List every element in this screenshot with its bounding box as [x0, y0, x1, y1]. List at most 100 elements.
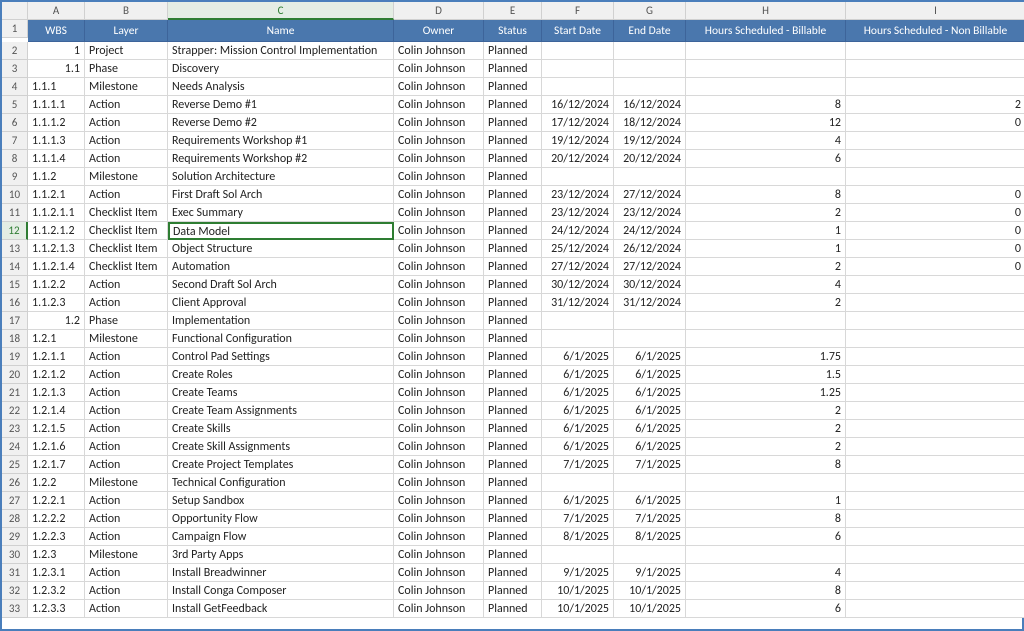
cell-G17[interactable]	[614, 312, 686, 330]
cell-B7[interactable]: Action	[85, 132, 168, 150]
cell-E15[interactable]: Planned	[484, 276, 542, 294]
cell-H16[interactable]: 2	[686, 294, 846, 312]
cell-F31[interactable]: 9/1/2025	[542, 564, 614, 582]
cell-A10[interactable]: 1.1.2.1	[28, 186, 85, 204]
cell-H24[interactable]: 2	[686, 438, 846, 456]
cell-C13[interactable]: Object Structure	[168, 240, 394, 258]
cell-G12[interactable]: 24/12/2024	[614, 222, 686, 240]
cell-G11[interactable]: 23/12/2024	[614, 204, 686, 222]
cell-H23[interactable]: 2	[686, 420, 846, 438]
cell-F18[interactable]	[542, 330, 614, 348]
cell-G29[interactable]: 8/1/2025	[614, 528, 686, 546]
cell-C11[interactable]: Exec Summary	[168, 204, 394, 222]
cell-A17[interactable]: 1.2	[28, 312, 85, 330]
cell-I33[interactable]	[846, 600, 1024, 618]
cell-G5[interactable]: 16/12/2024	[614, 96, 686, 114]
cell-G21[interactable]: 6/1/2025	[614, 384, 686, 402]
cell-B14[interactable]: Checklist Item	[85, 258, 168, 276]
row-header-30[interactable]: 30	[2, 546, 28, 564]
cell-F23[interactable]: 6/1/2025	[542, 420, 614, 438]
cell-F15[interactable]: 30/12/2024	[542, 276, 614, 294]
cell-C21[interactable]: Create Teams	[168, 384, 394, 402]
cell-A15[interactable]: 1.1.2.2	[28, 276, 85, 294]
cell-F22[interactable]: 6/1/2025	[542, 402, 614, 420]
cell-F8[interactable]: 20/12/2024	[542, 150, 614, 168]
cell-G31[interactable]: 9/1/2025	[614, 564, 686, 582]
cell-I20[interactable]	[846, 366, 1024, 384]
cell-A14[interactable]: 1.1.2.1.4	[28, 258, 85, 276]
cell-C18[interactable]: Functional Configuration	[168, 330, 394, 348]
cell-B8[interactable]: Action	[85, 150, 168, 168]
cell-F16[interactable]: 31/12/2024	[542, 294, 614, 312]
cell-B13[interactable]: Checklist Item	[85, 240, 168, 258]
row-header-31[interactable]: 31	[2, 564, 28, 582]
row-header-2[interactable]: 2	[2, 42, 28, 60]
cell-D2[interactable]: Colin Johnson	[394, 42, 484, 60]
cell-D4[interactable]: Colin Johnson	[394, 78, 484, 96]
cell-A20[interactable]: 1.2.1.2	[28, 366, 85, 384]
cell-E17[interactable]: Planned	[484, 312, 542, 330]
cell-A28[interactable]: 1.2.2.2	[28, 510, 85, 528]
cell-I14[interactable]: 0	[846, 258, 1024, 276]
cell-E24[interactable]: Planned	[484, 438, 542, 456]
cell-I6[interactable]: 0	[846, 114, 1024, 132]
cell-E7[interactable]: Planned	[484, 132, 542, 150]
cell-G6[interactable]: 18/12/2024	[614, 114, 686, 132]
cell-F24[interactable]: 6/1/2025	[542, 438, 614, 456]
cell-B30[interactable]: Milestone	[85, 546, 168, 564]
cell-H9[interactable]	[686, 168, 846, 186]
cell-D7[interactable]: Colin Johnson	[394, 132, 484, 150]
cell-F21[interactable]: 6/1/2025	[542, 384, 614, 402]
cell-G2[interactable]	[614, 42, 686, 60]
cell-E9[interactable]: Planned	[484, 168, 542, 186]
row-header-18[interactable]: 18	[2, 330, 28, 348]
cell-G14[interactable]: 27/12/2024	[614, 258, 686, 276]
cell-H14[interactable]: 2	[686, 258, 846, 276]
cell-E22[interactable]: Planned	[484, 402, 542, 420]
cell-H27[interactable]: 1	[686, 492, 846, 510]
cell-E25[interactable]: Planned	[484, 456, 542, 474]
cell-D25[interactable]: Colin Johnson	[394, 456, 484, 474]
cell-F28[interactable]: 7/1/2025	[542, 510, 614, 528]
cell-E29[interactable]: Planned	[484, 528, 542, 546]
col-header-H[interactable]: H	[686, 2, 846, 20]
cell-C14[interactable]: Automation	[168, 258, 394, 276]
cell-C12[interactable]: Data Model	[168, 222, 394, 240]
row-header-21[interactable]: 21	[2, 384, 28, 402]
cell-H33[interactable]: 6	[686, 600, 846, 618]
cell-I32[interactable]	[846, 582, 1024, 600]
cell-C19[interactable]: Control Pad Settings	[168, 348, 394, 366]
cell-F19[interactable]: 6/1/2025	[542, 348, 614, 366]
cell-C24[interactable]: Create Skill Assignments	[168, 438, 394, 456]
cell-C17[interactable]: Implementation	[168, 312, 394, 330]
cell-B19[interactable]: Action	[85, 348, 168, 366]
cell-C33[interactable]: Install GetFeedback	[168, 600, 394, 618]
cell-F17[interactable]	[542, 312, 614, 330]
cell-H5[interactable]: 8	[686, 96, 846, 114]
row-header-24[interactable]: 24	[2, 438, 28, 456]
cell-I7[interactable]	[846, 132, 1024, 150]
col-header-G[interactable]: G	[614, 2, 686, 20]
cell-E8[interactable]: Planned	[484, 150, 542, 168]
cell-G8[interactable]: 20/12/2024	[614, 150, 686, 168]
col-header-A[interactable]: A	[28, 2, 85, 20]
row-header-26[interactable]: 26	[2, 474, 28, 492]
cell-G18[interactable]	[614, 330, 686, 348]
cell-F5[interactable]: 16/12/2024	[542, 96, 614, 114]
cell-D24[interactable]: Colin Johnson	[394, 438, 484, 456]
cell-D31[interactable]: Colin Johnson	[394, 564, 484, 582]
cell-A16[interactable]: 1.1.2.3	[28, 294, 85, 312]
cell-E14[interactable]: Planned	[484, 258, 542, 276]
col-header-C[interactable]: C	[168, 2, 394, 20]
cell-E30[interactable]: Planned	[484, 546, 542, 564]
cell-I17[interactable]	[846, 312, 1024, 330]
cell-E20[interactable]: Planned	[484, 366, 542, 384]
cell-F20[interactable]: 6/1/2025	[542, 366, 614, 384]
col-header-B[interactable]: B	[85, 2, 168, 20]
cell-A3[interactable]: 1.1	[28, 60, 85, 78]
row-header-1[interactable]: 1	[2, 20, 28, 38]
cell-F12[interactable]: 24/12/2024	[542, 222, 614, 240]
cell-H7[interactable]: 4	[686, 132, 846, 150]
cell-E13[interactable]: Planned	[484, 240, 542, 258]
cell-F25[interactable]: 7/1/2025	[542, 456, 614, 474]
